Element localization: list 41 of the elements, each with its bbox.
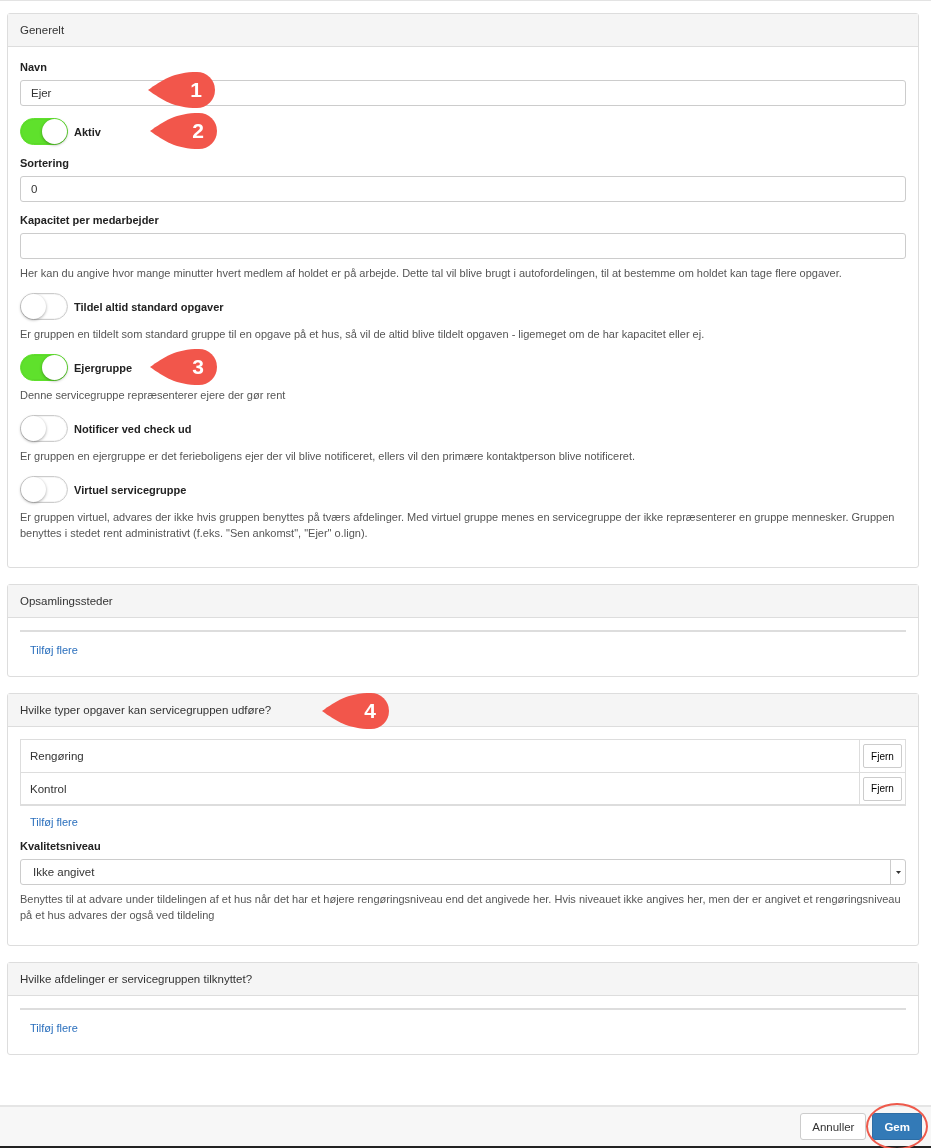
panel-title: Generelt — [20, 24, 65, 36]
add-more-link[interactable]: Tilføj flere — [30, 1022, 78, 1034]
toggle-label: Virtuel servicegruppe — [74, 483, 187, 496]
toggle-switch[interactable] — [20, 118, 68, 145]
help-text: Her kan du angive hvor mange minutter hvert medlem af holdet er på arbejde. Dette tal vil blive brugt i autofordelingen, til at bestemme om holdet kan tage flere opgaver. — [20, 266, 843, 281]
remove-button[interactable]: Fjern — [863, 776, 902, 801]
callout-marker: 4 — [322, 692, 390, 730]
cancel-button[interactable]: Annuller — [800, 1113, 867, 1140]
callout-marker: 3 — [150, 348, 218, 386]
field-label: Sortering — [20, 157, 70, 169]
callout-marker: 2 — [150, 112, 218, 150]
help-text: Er gruppen en ejergruppe er det ferieboligens ejer der vil blive notificeret, ellers vil den primære kontaktperson blive notificeret. — [20, 449, 637, 464]
field-label: Kapacitet per medarbejder — [20, 214, 160, 226]
add-more-link[interactable]: Tilføj flere — [30, 644, 78, 656]
input-field[interactable]: 0 — [20, 176, 906, 202]
callout-marker: 1 — [148, 71, 216, 109]
toggle-switch[interactable] — [20, 354, 68, 381]
panel-title: Hvilke afdelinger er servicegruppen tilknyttet? — [20, 973, 253, 985]
toggle-label: Tildel altid standard opgaver — [74, 300, 224, 313]
toggle-switch[interactable] — [20, 293, 68, 320]
toggle-label: Notificer ved check ud — [74, 422, 192, 435]
toggle-label: Aktiv — [74, 125, 101, 138]
table-cell-text: Rengøring — [29, 749, 85, 764]
select-field[interactable]: Ikke angivet — [20, 859, 906, 885]
table-cell-text: Kontrol — [29, 781, 68, 797]
panel-title: Opsamlingssteder — [20, 595, 113, 607]
panel-title: Hvilke typer opgaver kan servicegruppen udføre? — [20, 704, 272, 716]
field-label: Navn — [20, 61, 48, 73]
help-text: Er gruppen virtuel, advares der ikke hvis gruppen benyttes på tværs afdelinger. Med virtuel gruppe menes en servicegruppe der ikke repræsenterer en gruppe mennesker. Gruppen benyttes i stedet rent administrativt (f.eks. "Sen ankomst", "Ejer" o.lign). — [20, 510, 896, 541]
add-more-link[interactable]: Tilføj flere — [30, 816, 78, 828]
toggle-switch[interactable] — [20, 415, 68, 442]
help-text: Denne servicegruppe repræsenterer ejere der gør rent — [20, 388, 287, 403]
field-label: Kvalitetsniveau — [20, 840, 102, 852]
save-button[interactable]: Gem — [872, 1113, 922, 1140]
toggle-switch[interactable] — [20, 476, 68, 503]
help-text: Er gruppen en tildelt som standard gruppe til en opgave på et hus, så vil de altid blive tildelt opgaven - ligemeget om de har kapacitet eller ej. — [20, 327, 706, 342]
input-field[interactable] — [20, 233, 906, 259]
caret-icon — [895, 870, 901, 874]
toggle-label: Ejergruppe — [74, 361, 133, 374]
remove-button[interactable]: Fjern — [863, 744, 902, 768]
help-text: Benyttes til at advare under tildelingen af et hus når det har et højere rengøringsniveau end det angivede her. Hvis niveauet ikke angives her, men der er angivet et rengøringsniveau på et hus advares der også ved tildeling — [20, 892, 902, 923]
